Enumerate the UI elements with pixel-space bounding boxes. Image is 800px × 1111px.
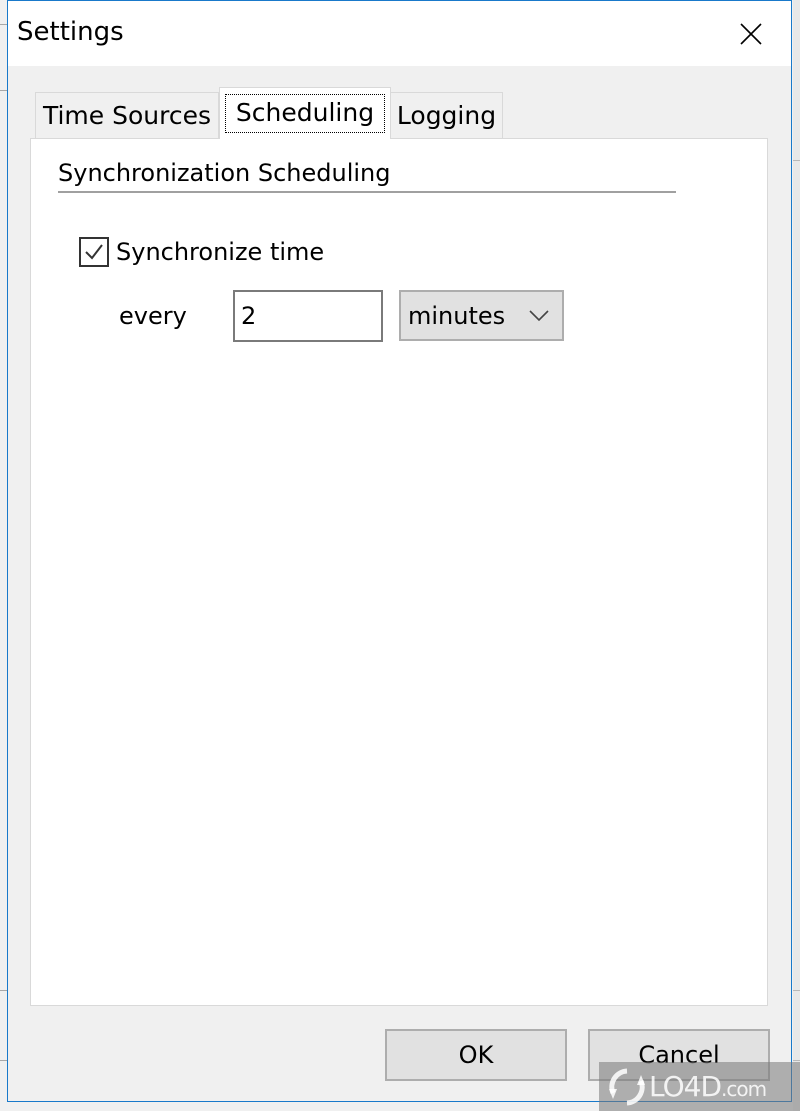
interval-input[interactable] [233,290,383,342]
close-button[interactable] [711,1,791,66]
watermark: LO4D.com [599,1062,800,1111]
group-divider [58,191,676,193]
ok-button[interactable]: OK [385,1029,567,1081]
checkbox-box[interactable] [79,237,109,267]
tab-time-sources[interactable]: Time Sources [35,92,219,138]
checkmark-icon [85,244,103,260]
tab-logging[interactable]: Logging [390,92,503,138]
close-icon [740,22,762,45]
unit-selected-value: minutes [408,301,506,330]
background-divider [793,1060,800,1061]
watermark-text: LO4D.com [649,1070,767,1103]
title-bar: Settings [8,1,791,66]
unit-dropdown[interactable]: minutes [399,290,564,341]
checkbox-label: Synchronize time [116,238,325,266]
every-label: every [119,302,187,330]
background-panel [793,0,800,1111]
scheduling-panel: Synchronization Scheduling Synchronize t… [30,138,768,1006]
settings-dialog: Settings Time Sources Scheduling Logging… [7,0,792,1102]
synchronize-time-checkbox[interactable]: Synchronize time [79,237,324,267]
group-title: Synchronization Scheduling [58,159,391,187]
background-divider [793,990,800,991]
background-divider [793,160,800,161]
lo4d-logo-icon [609,1068,645,1105]
tab-label: Time Sources [42,101,212,130]
chevron-down-icon [529,309,549,321]
tab-scheduling[interactable]: Scheduling [219,87,391,139]
tab-label: Logging [396,101,497,130]
focus-rectangle: Scheduling [225,94,385,133]
tab-label: Scheduling [235,98,375,127]
dialog-title: Settings [17,17,124,47]
